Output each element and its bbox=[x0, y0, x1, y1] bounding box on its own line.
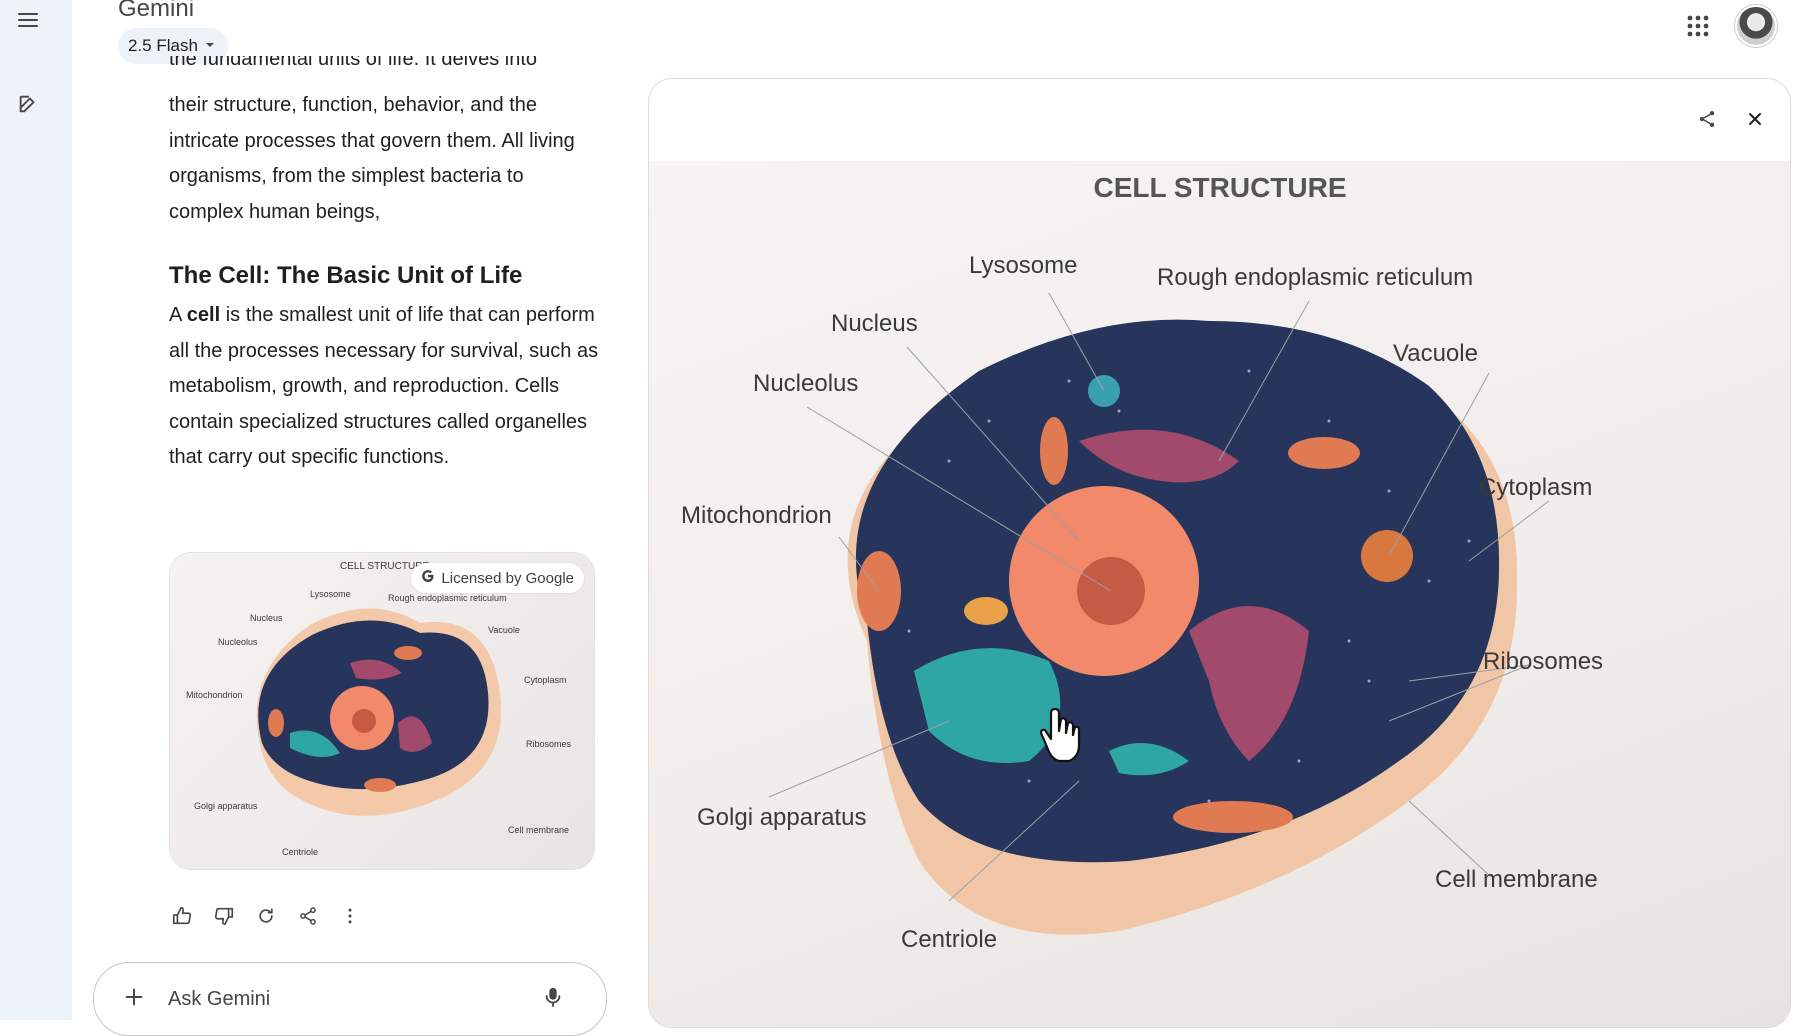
apps-grid-icon bbox=[1687, 15, 1709, 42]
close-viewer-button[interactable] bbox=[1739, 105, 1771, 137]
add-attachment-button[interactable] bbox=[114, 979, 154, 1019]
mitochondrion-shape bbox=[1040, 417, 1068, 485]
thumbs-down-icon bbox=[213, 905, 235, 932]
share-response-button[interactable] bbox=[296, 906, 320, 930]
thumb-label-cytoplasm: Cytoplasm bbox=[524, 675, 567, 685]
regenerate-button[interactable] bbox=[254, 906, 278, 930]
share-image-button[interactable] bbox=[1691, 105, 1723, 137]
paragraph-2-bold-term: cell bbox=[186, 304, 221, 326]
thumb-label-mitochondrion: Mitochondrion bbox=[186, 690, 243, 700]
label-mitochondrion: Mitochondrion bbox=[681, 502, 832, 529]
thumb-label-golgi: Golgi apparatus bbox=[194, 801, 258, 811]
paragraph-2-rest: is the smallest unit of life that can pe… bbox=[169, 304, 599, 468]
close-icon bbox=[1747, 111, 1763, 132]
caret-down-icon bbox=[204, 36, 216, 56]
label-centriole: Centriole bbox=[901, 926, 997, 953]
response-paragraph-2: A cell is the smallest unit of life that… bbox=[169, 298, 599, 476]
microphone-button[interactable] bbox=[538, 984, 568, 1014]
thumb-label-ribosomes: Ribosomes bbox=[526, 739, 572, 749]
label-lysosome: Lysosome bbox=[969, 252, 1078, 279]
thumb-label-vacuole: Vacuole bbox=[488, 625, 520, 635]
thumb-label-lysosome: Lysosome bbox=[310, 589, 351, 599]
cell-structure-image[interactable]: CELL STRUCTURE Lysosome Rough endoplasmi… bbox=[649, 161, 1790, 1027]
edit-icon bbox=[17, 93, 39, 120]
thumb-label-cell-membrane: Cell membrane bbox=[508, 825, 569, 835]
prompt-input[interactable] bbox=[168, 987, 538, 1011]
response-paragraph-1: their structure, function, behavior, and… bbox=[169, 94, 575, 223]
share-icon bbox=[1697, 109, 1717, 134]
label-nucleus: Nucleus bbox=[831, 310, 918, 337]
microphone-icon bbox=[543, 986, 563, 1013]
thumb-label-nucleolus: Nucleolus bbox=[218, 637, 258, 647]
vacuole-shape bbox=[1361, 530, 1413, 582]
app-title: Gemini bbox=[118, 0, 195, 22]
label-ribosomes: Ribosomes bbox=[1483, 648, 1603, 675]
label-cytoplasm: Cytoplasm bbox=[1479, 474, 1592, 501]
cell-structure-thumbnail[interactable]: CELL STRUCTURE Lysosome Rough endoplasmi… bbox=[169, 552, 595, 870]
image-viewer-panel: CELL STRUCTURE Lysosome Rough endoplasmi… bbox=[648, 78, 1791, 1028]
mitochondrion-shape bbox=[1173, 801, 1293, 833]
response-actions bbox=[170, 906, 362, 930]
thumb-label-rough-er: Rough endoplasmic reticulum bbox=[388, 593, 507, 603]
model-label: 2.5 Flash bbox=[128, 36, 198, 55]
menu-button[interactable] bbox=[12, 6, 44, 38]
more-vert-icon bbox=[340, 906, 360, 931]
vesicle-shape bbox=[964, 597, 1008, 625]
image-viewer-header bbox=[649, 79, 1790, 159]
thumb-label-nucleus: Nucleus bbox=[250, 613, 283, 623]
plus-icon bbox=[123, 986, 145, 1013]
side-rail bbox=[0, 0, 72, 1020]
section-heading: The Cell: The Basic Unit of Life bbox=[169, 262, 523, 289]
label-nucleolus: Nucleolus bbox=[753, 370, 858, 397]
thumbnail-illustration: CELL STRUCTURE Lysosome Rough endoplasmi… bbox=[186, 561, 572, 857]
prompt-input-container bbox=[93, 962, 607, 1036]
cell-illustration: CELL STRUCTURE Lysosome Rough endoplasmi… bbox=[681, 172, 1603, 953]
thumbs-up-icon bbox=[171, 905, 193, 932]
paragraph-2-prefix: A bbox=[169, 304, 187, 326]
thumbs-down-button[interactable] bbox=[212, 906, 236, 930]
license-text: Licensed by Google bbox=[441, 569, 574, 587]
share-icon bbox=[298, 906, 318, 931]
label-cell-membrane: Cell membrane bbox=[1435, 866, 1598, 893]
more-options-button[interactable] bbox=[338, 906, 362, 930]
thumbs-up-button[interactable] bbox=[170, 906, 194, 930]
new-chat-button[interactable] bbox=[12, 90, 44, 122]
label-vacuole: Vacuole bbox=[1393, 340, 1478, 367]
label-golgi: Golgi apparatus bbox=[697, 804, 866, 831]
label-rough-er: Rough endoplasmic reticulum bbox=[1157, 264, 1473, 291]
thumb-label-centriole: Centriole bbox=[282, 847, 318, 857]
clipped-text-line: the fundamental units of life. It delves… bbox=[169, 56, 537, 70]
mitochondrion-shape bbox=[1288, 437, 1360, 469]
hamburger-menu-icon bbox=[16, 8, 40, 37]
google-apps-button[interactable] bbox=[1680, 10, 1716, 46]
google-g-icon bbox=[421, 569, 435, 587]
figure-title: CELL STRUCTURE bbox=[1093, 172, 1346, 203]
avatar[interactable] bbox=[1735, 5, 1777, 47]
license-badge[interactable]: Licensed by Google bbox=[411, 563, 584, 593]
refresh-icon bbox=[256, 906, 276, 931]
